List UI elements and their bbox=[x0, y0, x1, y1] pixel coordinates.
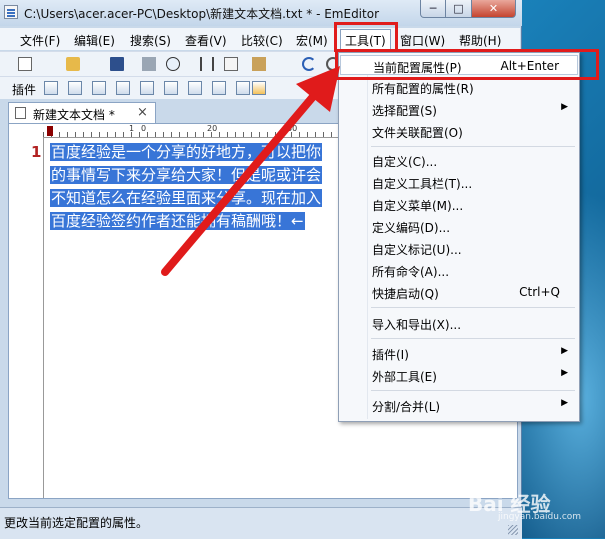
annotation-arrow-icon bbox=[161, 66, 340, 276]
baidu-watermark-url: jingyan.baidu.com bbox=[498, 512, 582, 522]
